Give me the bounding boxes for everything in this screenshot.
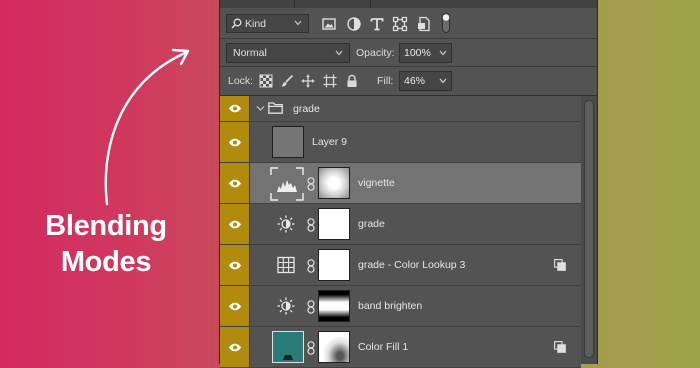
layer-row-vignette[interactable]: vignette xyxy=(220,163,581,204)
eye-icon xyxy=(228,261,241,269)
promo-title-line1: Blending xyxy=(45,210,167,242)
layer-row-color-fill[interactable]: Color Fill 1 xyxy=(220,327,581,368)
fill-label: Fill: xyxy=(377,75,394,87)
chevron-down-icon xyxy=(439,78,447,84)
layer-row-group-grade[interactable]: grade xyxy=(220,96,581,122)
opacity-input[interactable]: 100% xyxy=(399,43,436,63)
fill-dropdown-button[interactable] xyxy=(435,71,452,91)
folder-icon xyxy=(268,102,283,114)
lock-paint-icon[interactable] xyxy=(280,74,294,88)
blend-mode-select[interactable]: Normal xyxy=(226,43,350,63)
layer-mask-thumbnail[interactable] xyxy=(318,208,350,240)
layer-mask-thumbnail[interactable] xyxy=(318,167,350,199)
scrollbar-thumb[interactable] xyxy=(584,100,594,358)
layer-name: vignette xyxy=(358,177,395,189)
lock-position-icon[interactable] xyxy=(301,74,315,88)
layer-name: Color Fill 1 xyxy=(358,341,409,353)
color-lookup-adjustment-icon xyxy=(277,256,295,274)
layer-row-grade[interactable]: grade xyxy=(220,204,581,245)
type-filter-icon[interactable] xyxy=(369,16,385,32)
visibility-toggle[interactable] xyxy=(220,245,250,285)
curved-arrow xyxy=(104,48,190,206)
clipping-mask-icon xyxy=(554,341,566,353)
layer-name: grade xyxy=(293,103,320,115)
layer-name: band brighten xyxy=(358,300,423,312)
blend-mode-value: Normal xyxy=(233,47,267,59)
chevron-down-icon xyxy=(439,50,447,56)
layer-name: Layer 9 xyxy=(312,136,348,148)
visibility-toggle[interactable] xyxy=(220,286,250,326)
eye-icon xyxy=(228,302,241,310)
levels-adjustment-icon xyxy=(270,167,304,201)
layers-panel: Kind Normal Opacity: 100% Lock: Fill: 46… xyxy=(219,0,598,368)
blend-controls: Normal Opacity: 100% xyxy=(220,40,597,66)
panel-tab-strip xyxy=(220,0,597,8)
layer-thumbnail xyxy=(272,126,304,158)
link-icon[interactable] xyxy=(307,341,315,355)
eye-icon xyxy=(228,179,241,187)
chevron-down-icon[interactable] xyxy=(256,105,265,112)
lock-label: Lock: xyxy=(228,75,254,87)
eye-icon xyxy=(228,104,241,113)
layers-scrollbar[interactable] xyxy=(581,96,597,364)
link-icon[interactable] xyxy=(307,218,315,232)
opacity-dropdown-button[interactable] xyxy=(435,43,452,63)
promo-title: Blending Modes xyxy=(26,208,186,280)
layer-mask-thumbnail[interactable] xyxy=(318,290,350,322)
layer-row-layer-9[interactable]: Layer 9 xyxy=(220,122,581,163)
background-gradient xyxy=(597,0,700,364)
chevron-down-icon xyxy=(294,20,302,26)
link-icon[interactable] xyxy=(307,259,315,273)
opacity-label: Opacity: xyxy=(356,47,395,59)
promo-title-line2: Modes xyxy=(60,246,152,278)
search-icon xyxy=(231,18,242,29)
eye-icon xyxy=(228,343,241,351)
visibility-toggle[interactable] xyxy=(220,96,250,121)
layer-mask-thumbnail[interactable] xyxy=(318,249,350,281)
fill-color-swatch[interactable] xyxy=(272,331,304,363)
layer-row-band-brighten[interactable]: band brighten xyxy=(220,286,581,327)
fill-layer-icon xyxy=(283,355,293,360)
filter-kind-label: Kind xyxy=(245,17,267,30)
smart-object-filter-icon[interactable] xyxy=(416,16,432,32)
layer-filter-bar: Kind xyxy=(220,10,597,38)
image-filter-icon[interactable] xyxy=(321,16,337,32)
brightness-adjustment-icon xyxy=(277,215,295,233)
layer-name: grade - Color Lookup 3 xyxy=(358,259,466,271)
visibility-toggle[interactable] xyxy=(220,163,250,203)
shape-filter-icon[interactable] xyxy=(392,16,408,32)
link-icon[interactable] xyxy=(307,300,315,314)
link-icon[interactable] xyxy=(307,177,315,191)
visibility-toggle[interactable] xyxy=(220,122,250,162)
adjustment-filter-icon[interactable] xyxy=(346,16,362,32)
lock-transparent-icon[interactable] xyxy=(259,74,273,88)
filter-toggle[interactable] xyxy=(442,13,450,33)
layer-name: grade xyxy=(358,218,385,230)
layer-mask-thumbnail[interactable] xyxy=(318,331,350,363)
clipping-mask-icon xyxy=(554,259,566,271)
layers-list: grade Layer 9 vignette grade grade - Col… xyxy=(220,96,597,368)
lock-all-icon[interactable] xyxy=(345,74,359,88)
filter-kind-select[interactable]: Kind xyxy=(226,14,309,33)
lock-controls: Lock: Fill: 46% xyxy=(220,68,597,94)
lock-artboard-icon[interactable] xyxy=(323,74,337,88)
visibility-toggle[interactable] xyxy=(220,204,250,244)
eye-icon xyxy=(228,138,241,146)
chevron-down-icon xyxy=(335,50,343,56)
visibility-toggle[interactable] xyxy=(220,327,250,367)
eye-icon xyxy=(228,220,241,228)
brightness-adjustment-icon xyxy=(277,297,295,315)
layer-row-color-lookup[interactable]: grade - Color Lookup 3 xyxy=(220,245,581,286)
fill-input[interactable]: 46% xyxy=(399,71,436,91)
